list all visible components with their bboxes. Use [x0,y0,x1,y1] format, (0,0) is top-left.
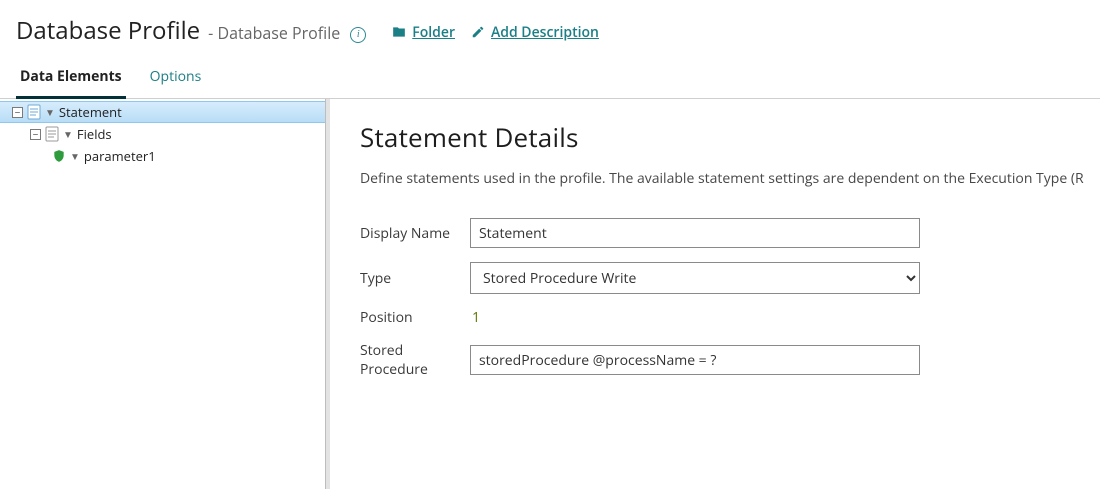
tabs: Data Elements Options [0,57,1100,99]
tree-panel: − ▼ Statement − ▼ Fields [0,99,330,489]
type-select[interactable]: Stored Procedure Write [470,262,920,294]
label-position: Position [360,308,470,327]
tree-label-statement: Statement [59,103,122,121]
shield-icon [52,149,66,163]
collapse-icon[interactable]: − [12,107,23,118]
row-stored-procedure: Stored Procedure [360,341,1100,379]
page-subtitle: - Database Profile [208,22,340,44]
label-stored-procedure: Stored Procedure [360,341,470,379]
tab-data-elements[interactable]: Data Elements [16,57,126,99]
page-header: Database Profile - Database Profile i Fo… [0,0,1100,57]
tree-node-parameter1[interactable]: ▼ parameter1 [0,145,326,167]
details-panel: Statement Details Define statements used… [330,99,1100,489]
tree-label-parameter1: parameter1 [84,147,156,165]
row-display-name: Display Name [360,218,1100,248]
tree-label-fields: Fields [77,125,112,143]
details-title: Statement Details [360,119,1100,155]
chevron-down-icon[interactable]: ▼ [70,149,80,163]
info-icon[interactable]: i [350,27,366,43]
chevron-down-icon[interactable]: ▼ [45,105,55,119]
details-description: Define statements used in the profile. T… [360,169,1100,188]
label-type: Type [360,269,470,288]
document-icon [45,126,59,142]
add-description-link-label: Add Description [491,23,599,42]
tree: − ▼ Statement − ▼ Fields [0,99,326,167]
chevron-down-icon[interactable]: ▼ [63,127,73,141]
folder-link[interactable]: Folder [392,23,455,42]
document-icon [27,104,41,120]
page-title: Database Profile [16,14,200,47]
pencil-icon [471,25,485,39]
row-type: Type Stored Procedure Write [360,262,1100,294]
tab-options[interactable]: Options [146,57,206,98]
work-area: − ▼ Statement − ▼ Fields [0,99,1100,489]
folder-link-label: Folder [412,23,455,42]
stored-procedure-input[interactable] [470,345,920,375]
label-display-name: Display Name [360,224,470,243]
tree-node-fields[interactable]: − ▼ Fields [0,123,326,145]
add-description-link[interactable]: Add Description [471,23,599,42]
display-name-input[interactable] [470,218,920,248]
row-position: Position 1 [360,308,1100,327]
folder-icon [392,25,406,39]
collapse-icon[interactable]: − [30,129,41,140]
tree-node-statement[interactable]: − ▼ Statement [0,101,326,123]
header-actions: Folder Add Description [392,23,599,42]
position-value: 1 [470,308,480,327]
